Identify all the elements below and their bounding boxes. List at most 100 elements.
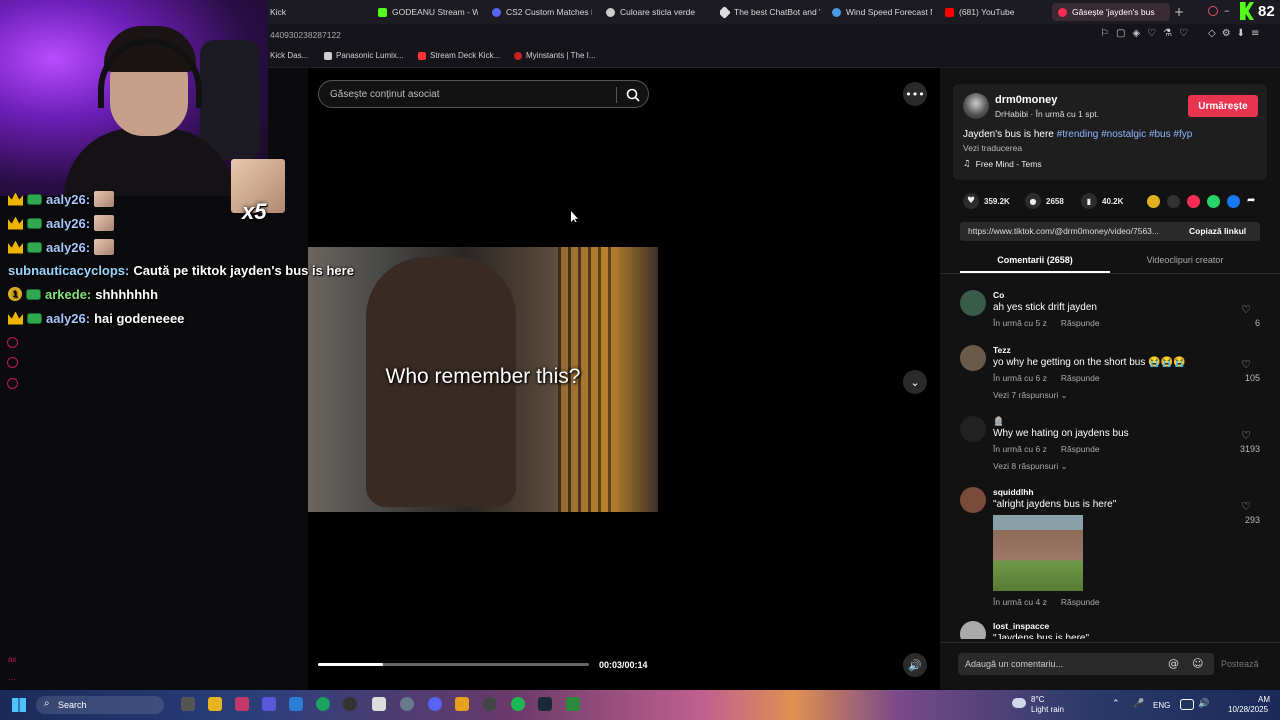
creator-avatar[interactable] bbox=[963, 93, 989, 119]
translate-link[interactable]: Vezi traducerea bbox=[963, 143, 1022, 153]
hashtag-link[interactable]: #trending bbox=[1057, 129, 1099, 140]
store-icon[interactable] bbox=[372, 697, 386, 711]
windows-start-icon[interactable] bbox=[12, 698, 26, 712]
clock-time[interactable]: AM bbox=[1258, 695, 1270, 704]
facebook-icon[interactable] bbox=[1227, 195, 1240, 208]
search-icon[interactable] bbox=[626, 88, 640, 102]
minimize-icon[interactable]: – bbox=[1224, 4, 1230, 17]
tab-tiktok-active[interactable]: Găsește 'jayden's bus bbox=[1052, 3, 1170, 21]
commenter-name[interactable]: 🪦 bbox=[993, 416, 1004, 427]
follow-button[interactable]: Urmărește bbox=[1188, 95, 1258, 117]
commenter-name[interactable]: Co bbox=[993, 290, 1004, 300]
commenter-name[interactable]: Tezz bbox=[993, 345, 1011, 355]
reply-button[interactable]: Răspunde bbox=[1061, 318, 1100, 328]
music-link[interactable]: ♫ Free Mind - Tems bbox=[963, 159, 1042, 169]
video-progress-bar[interactable] bbox=[318, 663, 589, 666]
comment-like-icon[interactable]: ♡ bbox=[1238, 500, 1254, 513]
tab-godeanu-stream[interactable]: GODEANU Stream - Wa bbox=[378, 3, 478, 21]
commenter-avatar[interactable] bbox=[960, 621, 986, 639]
next-video-button[interactable]: ⌄ bbox=[903, 370, 927, 394]
view-replies-link[interactable]: Vezi 7 răspunsuri ⌄ bbox=[993, 390, 1068, 401]
volume-button[interactable]: 🔊 bbox=[903, 653, 927, 677]
commenter-avatar[interactable] bbox=[960, 416, 986, 442]
browser-extension-icons[interactable]: ⚐▢◈♡⚗♡ bbox=[1100, 28, 1195, 39]
app-icon[interactable] bbox=[235, 697, 249, 711]
bookmark-myinstants[interactable]: Myinstants | The I... bbox=[514, 51, 596, 60]
chat-username[interactable]: subnauticacyclops: bbox=[8, 263, 129, 278]
creator-name[interactable]: drm0money bbox=[995, 94, 1057, 106]
obs-icon[interactable] bbox=[343, 697, 357, 711]
emoji-icon[interactable]: ☺ bbox=[1192, 657, 1203, 670]
bookmark-kick-dashboard[interactable]: Kick Das... bbox=[270, 51, 308, 60]
chat-username[interactable]: aaly26: bbox=[46, 240, 90, 255]
tab-culoare-sticla[interactable]: Culoare sticla verde bbox=[606, 3, 706, 21]
rockstar-icon[interactable] bbox=[455, 697, 469, 711]
related-search-box[interactable]: Găsește conținut asociat bbox=[318, 80, 649, 108]
browser-toolbar-icons[interactable]: ◇⚙⬇≡ bbox=[1208, 28, 1265, 39]
commenter-avatar[interactable] bbox=[960, 345, 986, 371]
comment-like-icon[interactable]: ♡ bbox=[1238, 358, 1254, 371]
teams-icon[interactable] bbox=[262, 697, 276, 711]
outlook-icon[interactable] bbox=[289, 697, 303, 711]
language-indicator[interactable]: ENG bbox=[1153, 701, 1170, 710]
clock-icon[interactable] bbox=[7, 337, 18, 348]
task-view-icon[interactable] bbox=[181, 697, 195, 711]
chat-bubble-icon[interactable] bbox=[7, 357, 18, 368]
coin-share-icon[interactable] bbox=[1147, 195, 1160, 208]
commenter-name[interactable]: lost_inspacce bbox=[993, 621, 1049, 631]
volume-tray-icon[interactable]: 🔊 bbox=[1198, 699, 1209, 709]
taskbar-search[interactable] bbox=[36, 696, 164, 714]
bookmark-stream-deck[interactable]: Stream Deck Kick... bbox=[418, 51, 500, 60]
share-arrow-icon[interactable]: ➦ bbox=[1247, 195, 1255, 206]
video-link[interactable]: https://www.tiktok.com/@drm0money/video/… bbox=[968, 226, 1180, 236]
reply-button[interactable]: Răspunde bbox=[1061, 444, 1100, 454]
tab-kick[interactable]: Kick bbox=[270, 3, 360, 21]
like-stat[interactable]: ♥ 359.2K bbox=[963, 193, 1010, 209]
settings-app-icon[interactable] bbox=[400, 697, 414, 711]
gear-icon[interactable] bbox=[7, 378, 18, 389]
copy-link-button[interactable]: Copiază linkul bbox=[1189, 226, 1246, 236]
microphone-icon[interactable]: 🎤 bbox=[1133, 699, 1144, 709]
tab-creator-videos[interactable]: Videoclipuri creator bbox=[1120, 255, 1250, 265]
more-options-button[interactable]: ••• bbox=[903, 82, 927, 106]
embed-icon[interactable] bbox=[1167, 195, 1180, 208]
commenter-avatar[interactable] bbox=[960, 487, 986, 513]
tab-wind-forecast[interactable]: Wind Speed Forecast M bbox=[832, 3, 932, 21]
mention-icon[interactable]: @ bbox=[1168, 657, 1179, 670]
chat-username[interactable]: aaly26: bbox=[46, 216, 90, 231]
tab-cs2-custom-matches[interactable]: CS2 Custom Matches P bbox=[492, 3, 592, 21]
view-replies-link[interactable]: Vezi 8 răspunsuri ⌄ bbox=[993, 461, 1068, 472]
more-dots-icon[interactable]: … bbox=[8, 673, 16, 682]
search-tabs-icon[interactable] bbox=[1208, 6, 1218, 16]
comment-image[interactable] bbox=[993, 515, 1083, 591]
whatsapp-icon[interactable] bbox=[1207, 195, 1220, 208]
tray-chevron-icon[interactable]: ⌃ bbox=[1112, 699, 1120, 709]
edge-icon[interactable] bbox=[316, 697, 330, 711]
comment-stat[interactable]: ● 2658 bbox=[1025, 193, 1064, 209]
search-input[interactable]: Găsește conținut asociat bbox=[330, 89, 440, 100]
spotify-icon[interactable] bbox=[511, 697, 525, 711]
hashtag-link[interactable]: #bus bbox=[1149, 129, 1171, 140]
comment-input-placeholder[interactable]: Adaugă un comentariu... bbox=[965, 659, 1063, 669]
commenter-name[interactable]: squiddlhh bbox=[993, 487, 1034, 497]
tab-comments[interactable]: Comentarii (2658) bbox=[960, 255, 1110, 265]
tab-youtube[interactable]: (681) YouTube bbox=[945, 3, 1045, 21]
tab-chatbot[interactable]: The best ChatBot and V bbox=[720, 3, 820, 21]
file-explorer-icon[interactable] bbox=[208, 697, 222, 711]
comment-like-icon[interactable]: ♡ bbox=[1238, 303, 1254, 316]
clock-date[interactable]: 10/28/2025 bbox=[1228, 705, 1268, 714]
discord-icon[interactable] bbox=[428, 697, 442, 711]
network-icon[interactable] bbox=[1180, 699, 1194, 710]
steam-icon[interactable] bbox=[538, 697, 552, 711]
comment-like-icon[interactable]: ♡ bbox=[1238, 429, 1254, 442]
save-stat[interactable]: ▮ 40.2K bbox=[1081, 193, 1123, 209]
reply-button[interactable]: Răspunde bbox=[1061, 597, 1100, 607]
xbox-icon[interactable] bbox=[566, 697, 580, 711]
new-tab-icon[interactable]: + bbox=[1174, 3, 1186, 21]
post-comment-button[interactable]: Postează bbox=[1221, 659, 1259, 669]
commenter-avatar[interactable] bbox=[960, 290, 986, 316]
bookmark-panasonic-lumix[interactable]: Panasonic Lumix... bbox=[324, 51, 404, 60]
hashtag-link[interactable]: #fyp bbox=[1173, 129, 1192, 140]
hashtag-link[interactable]: #nostalgic bbox=[1101, 129, 1146, 140]
reply-button[interactable]: Răspunde bbox=[1061, 373, 1100, 383]
